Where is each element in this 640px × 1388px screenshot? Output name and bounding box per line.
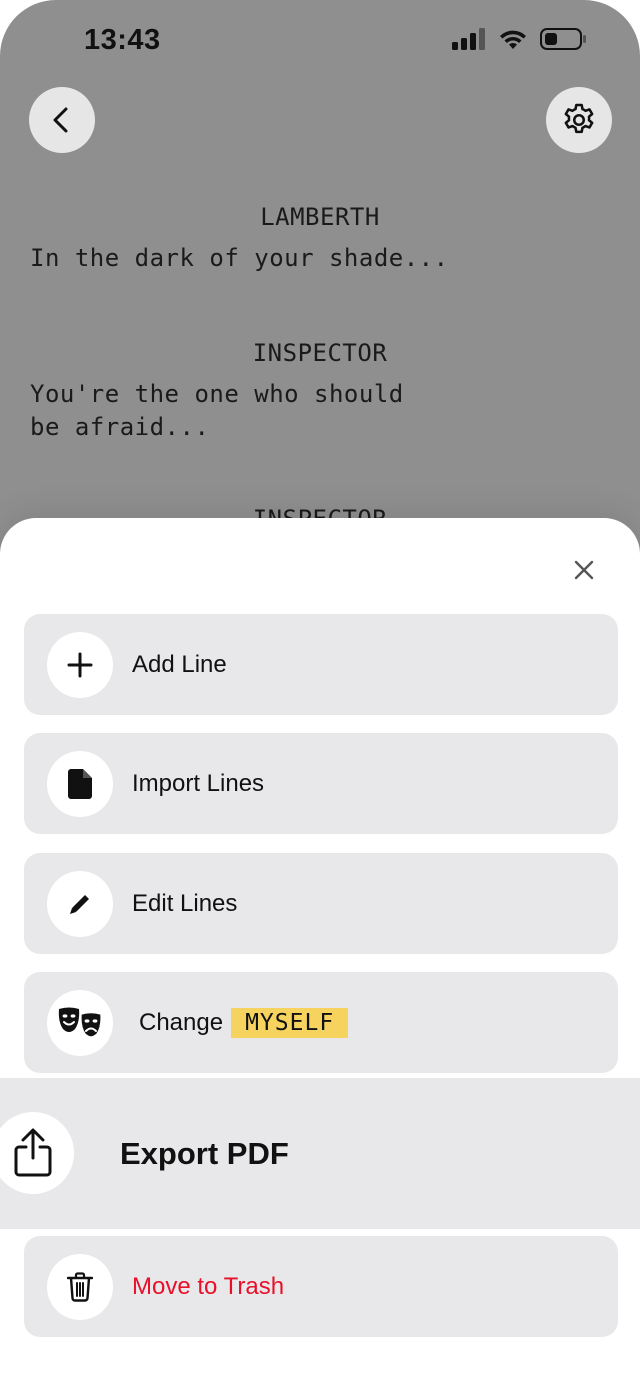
export-pdf-button[interactable]: Export PDF	[0, 1078, 640, 1229]
add-line-label: Add Line	[132, 650, 227, 678]
dialogue-line: In the dark of your shade...	[30, 244, 449, 272]
status-time: 13:43	[84, 24, 161, 56]
status-bar: 13:43	[0, 0, 640, 84]
trash-icon-circle	[47, 1254, 113, 1320]
dialogue-line: You're the one who should be afraid...	[30, 380, 404, 441]
myself-badge: MYSELF	[231, 1007, 349, 1038]
add-line-button[interactable]: Add Line	[24, 614, 618, 715]
add-line-icon-circle	[47, 632, 113, 698]
character-name: LAMBERTH	[260, 203, 380, 231]
edit-lines-button[interactable]: Edit Lines	[24, 853, 618, 954]
edit-lines-label: Edit Lines	[132, 889, 238, 917]
status-icons	[452, 28, 588, 50]
change-label-text: Change	[139, 1008, 224, 1036]
move-to-trash-label: Move to Trash	[132, 1272, 285, 1300]
share-icon	[14, 1128, 52, 1177]
back-button[interactable]	[29, 87, 95, 153]
pencil-icon	[70, 895, 89, 914]
gear-icon	[564, 103, 594, 134]
close-icon	[574, 560, 594, 580]
cellular-signal-icon	[452, 28, 485, 50]
export-pdf-label: Export PDF	[120, 1135, 289, 1171]
import-lines-label: Import Lines	[132, 769, 265, 797]
wifi-icon	[500, 30, 526, 49]
character-name: INSPECTOR	[252, 339, 388, 367]
plus-icon	[67, 652, 93, 678]
move-to-trash-button[interactable]: Move to Trash	[24, 1236, 618, 1337]
document-icon	[68, 769, 92, 799]
change-character-icon-circle	[47, 990, 113, 1056]
trash-icon	[67, 1272, 93, 1302]
back-icon	[53, 107, 68, 133]
export-pdf-icon-circle	[0, 1112, 74, 1194]
settings-button[interactable]	[546, 87, 612, 153]
change-character-label: Change MYSELF	[139, 972, 349, 1073]
import-lines-button[interactable]: Import Lines	[24, 733, 618, 834]
edit-lines-icon-circle	[47, 871, 113, 937]
import-lines-icon-circle	[47, 751, 113, 817]
change-character-button[interactable]: Change MYSELF	[24, 972, 618, 1073]
theater-masks-icon	[58, 1007, 102, 1038]
battery-icon	[540, 28, 586, 50]
close-button[interactable]	[566, 552, 602, 588]
